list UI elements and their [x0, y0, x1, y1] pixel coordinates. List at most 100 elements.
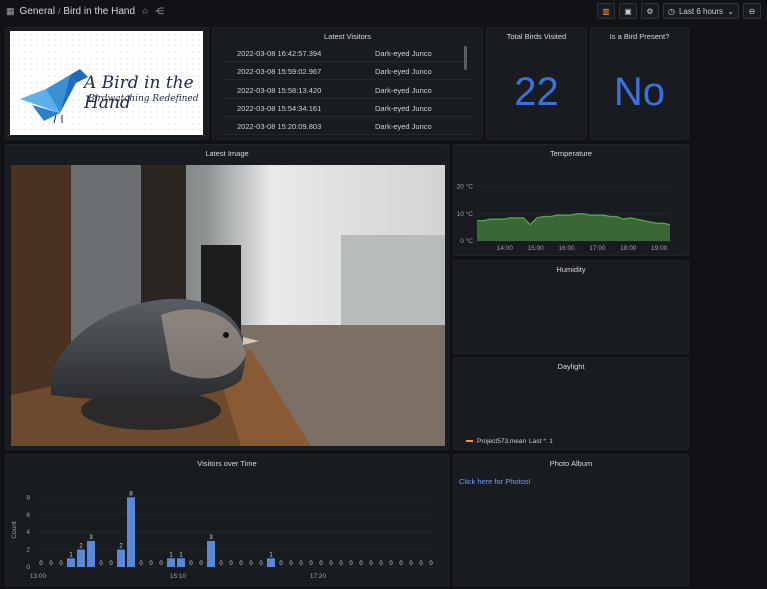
add-panel-icon: ▥: [602, 6, 610, 16]
bar-value-label: 1: [69, 552, 73, 558]
visitor-time: 2022-03-08 15:59:02.967: [237, 67, 322, 77]
latest-image-panel: Latest Image: [5, 144, 449, 450]
humidity-chart: 100 %H50 %H0 %H14:0015:0016:0017:0018:00…: [454, 261, 689, 354]
y-tick-label: 8: [26, 494, 30, 501]
x-tick-label: 19:00: [651, 245, 668, 252]
chevron-down-icon: ⌄: [727, 6, 734, 16]
add-panel-button[interactable]: ▥: [597, 3, 615, 19]
bar: [167, 558, 175, 567]
bar-value-label: 0: [259, 561, 263, 567]
visitor-row[interactable]: 2022-03-08 15:54:34.161 Dark-eyed Junco: [223, 100, 473, 117]
bar-value-label: 3: [209, 535, 213, 541]
visitor-time: 2022-03-08 16:42:57.394: [237, 49, 322, 58]
visitor-row[interactable]: 2022-03-08 16:42:57.394 Dark-eyed Junco: [223, 45, 473, 62]
visitor-row[interactable]: 2022-03-08 15:58:13.420 Dark-eyed Junco: [223, 82, 473, 99]
zoom-out-icon: ⊖: [748, 6, 756, 16]
x-tick-label: 16:00: [558, 245, 575, 252]
logo-subtitle: Birdwatching Redefined: [88, 94, 199, 104]
y-tick-label: 2: [26, 547, 30, 554]
bar-value-label: 0: [319, 561, 323, 567]
bar-value-label: 1: [179, 552, 183, 558]
bar-value-label: 0: [59, 561, 63, 567]
y-tick-label: 20 °C: [457, 183, 474, 191]
save-icon: ▣: [624, 6, 632, 16]
visitors-scrollbar[interactable]: [464, 46, 467, 70]
save-dashboard-button[interactable]: ▣: [619, 3, 637, 19]
bar: [177, 558, 185, 567]
bar-value-label: 0: [409, 561, 413, 567]
bar-value-label: 0: [149, 561, 153, 567]
bar-value-label: 0: [329, 561, 333, 567]
bar-value-label: 0: [189, 561, 193, 567]
bar-value-label: 0: [109, 561, 113, 567]
photo-album-link[interactable]: Click here for Photos!: [459, 477, 531, 486]
origami-bird-logo: [20, 69, 88, 124]
bar-value-label: 0: [379, 561, 383, 567]
bar-value-label: 0: [159, 561, 163, 567]
daylight-panel: Daylight 500014:0015:0016:0017:0018:0019…: [453, 357, 689, 450]
bar-value-label: 0: [219, 561, 223, 567]
zoom-out-button[interactable]: ⊖: [743, 3, 761, 19]
latest-image-title: Latest Image: [205, 149, 249, 158]
logo-image: A Bird in the Hand Birdwatching Redefine…: [10, 31, 203, 135]
time-range-label: Last 6 hours: [678, 6, 724, 16]
visitor-row[interactable]: 2022-03-08 15:59:02.967 Dark-eyed Junco: [223, 63, 473, 81]
breadcrumb-separator: /: [58, 6, 61, 16]
top-bar: ▦ General / Bird in the Hand ☆ ⋲ ▥ ▣ ⚙ ◷…: [0, 0, 767, 22]
total-birds-panel: Total Birds Visited 22: [486, 27, 587, 140]
y-tick-label: 6: [26, 512, 30, 519]
visitor-time: 2022-03-08 15:58:13.420: [237, 85, 322, 95]
photo-album-title: Photo Album: [549, 459, 593, 468]
visitor-row[interactable]: 2022-03-08 15:20:09.803 Dark-eyed Junco: [223, 118, 473, 136]
bar-value-label: 0: [239, 561, 243, 567]
bar: [87, 540, 95, 567]
logo-title: A Bird in the Hand: [84, 73, 194, 113]
bird-present-value: No: [613, 70, 666, 114]
bar-value-label: 2: [79, 544, 83, 550]
bar-value-label: 1: [269, 552, 273, 558]
legend-stat: Last *: 1: [529, 438, 553, 445]
bar: [77, 549, 85, 567]
star-icon[interactable]: ☆: [141, 6, 149, 17]
bar-value-label: 1: [169, 552, 173, 558]
daylight-chart: 500014:0015:0016:0017:0018:0019:00Projec…: [466, 438, 553, 445]
bar-value-label: 0: [309, 561, 313, 567]
bar-value-label: 8: [129, 491, 133, 497]
bar-value-label: 3: [89, 535, 93, 541]
clock-icon: ◷: [668, 6, 675, 16]
visitor-species: Dark-eyed Junco: [375, 67, 432, 77]
y-tick-label: 10 °C: [457, 210, 474, 218]
share-icon[interactable]: ⋲: [155, 6, 164, 17]
x-tick-label: 13:00: [30, 573, 47, 580]
bar-value-label: 0: [289, 561, 293, 567]
temperature-panel: Temperature 20 °C 10 °C 0 °C 14:00 15:00 16:0…: [453, 144, 689, 256]
bar: [67, 558, 75, 567]
gear-icon: ⚙: [646, 6, 654, 16]
bar-value-label: 0: [419, 561, 423, 567]
bird-present-panel: Is a Bird Present? No: [590, 27, 689, 140]
breadcrumb-folder[interactable]: General: [20, 6, 56, 17]
bar: [267, 558, 275, 567]
latest-visitors-panel: Latest Visitors 2022-03-08 16:42:57.394 D…: [212, 27, 483, 140]
bar-value-label: 0: [249, 561, 253, 567]
visitor-species: Dark-eyed Junco: [375, 122, 432, 132]
time-picker[interactable]: ◷ Last 6 hours ⌄: [663, 3, 739, 19]
visitor-time: 2022-03-08 15:20:09.803: [237, 122, 322, 132]
bar: [117, 549, 125, 567]
bar-value-label: 0: [349, 561, 353, 567]
bar-value-label: 0: [99, 561, 103, 567]
bar-value-label: 0: [429, 561, 433, 567]
visitors-over-time-panel: Visitors over Time 8 6 4 2 0 Count 0 0 0 1 2 3 0 0 2 8 0…: [5, 454, 449, 586]
x-tick-label: 17:00: [589, 245, 606, 252]
bar-value-label: 0: [359, 561, 363, 567]
y-axis-label: Count: [11, 521, 18, 539]
settings-button[interactable]: ⚙: [641, 3, 659, 19]
bar: [207, 540, 215, 567]
dashboards-grid-icon[interactable]: ▦: [6, 6, 15, 17]
photo-album-panel: Photo Album Click here for Photos!: [453, 454, 689, 586]
x-tick-label: 18:00: [620, 245, 637, 252]
dashboard-title[interactable]: Bird in the Hand: [63, 6, 135, 17]
visitor-species: Dark-eyed Junco: [375, 49, 432, 58]
bar-value-label: 0: [389, 561, 393, 567]
series-area: [477, 213, 670, 241]
